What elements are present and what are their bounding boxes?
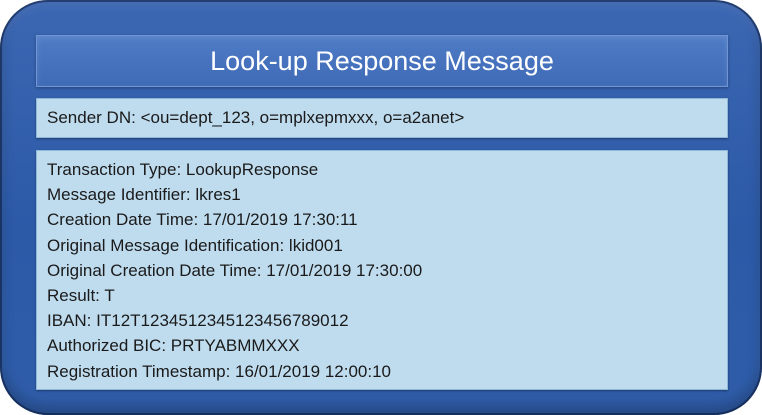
detail-creation-date-time: Creation Date Time: 17/01/2019 17:30:11 [47,207,717,232]
detail-message-identifier: Message Identifier: lkres1 [47,182,717,207]
detail-transaction-type: Transaction Type: LookupResponse [47,157,717,182]
detail-iban: IBAN: IT12T1234512345123456789012 [47,308,717,333]
detail-label: Message Identifier: [47,185,191,205]
detail-value: 17/01/2019 17:30:00 [266,260,423,280]
detail-authorized-bic: Authorized BIC: PRTYABMMXXX [47,333,717,358]
details-panel: Transaction Type: LookupResponse Message… [36,150,728,390]
detail-label: IBAN: [47,311,92,331]
sender-value: <ou=dept_123, o=mplxepmxxx, o=a2anet> [140,108,465,127]
detail-original-creation-date-time: Original Creation Date Time: 17/01/2019 … [47,258,717,283]
details-list: Transaction Type: LookupResponse Message… [47,157,717,384]
detail-label: Original Message Identification: [47,235,285,255]
detail-registration-timestamp: Registration Timestamp: 16/01/2019 12:00… [47,359,717,384]
detail-label: Original Creation Date Time: [47,260,262,280]
detail-value: lkres1 [195,185,241,205]
detail-value: T [104,285,115,305]
detail-value: 17/01/2019 17:30:11 [202,210,358,230]
detail-label: Result: [47,285,100,305]
detail-result: Result: T [47,283,717,308]
message-title-bar: Look-up Response Message [36,35,728,87]
detail-value: 16/01/2019 12:00:10 [235,361,392,381]
sender-panel: Sender DN: <ou=dept_123, o=mplxepmxxx, o… [36,98,728,138]
detail-value: lkid001 [288,235,343,255]
detail-value: LookupResponse [185,160,319,179]
detail-value: IT12T1234512345123456789012 [96,311,349,331]
detail-label: Transaction Type: [47,160,182,179]
message-card: Look-up Response Message Sender DN: <ou=… [0,0,762,415]
detail-label: Authorized BIC: [47,336,167,356]
message-title: Look-up Response Message [210,45,554,76]
detail-value: PRTYABMMXXX [170,336,300,356]
detail-original-message-id: Original Message Identification: lkid001 [47,233,717,258]
detail-label: Creation Date Time: [47,210,199,230]
detail-label: Registration Timestamp: [47,361,231,381]
sender-label: Sender DN: [47,108,136,127]
